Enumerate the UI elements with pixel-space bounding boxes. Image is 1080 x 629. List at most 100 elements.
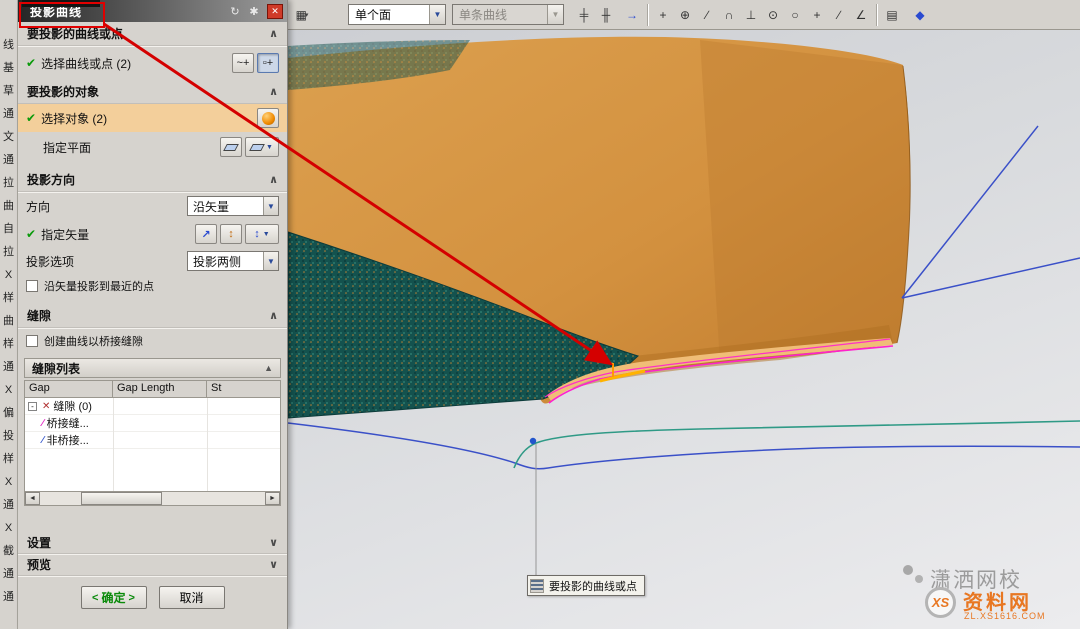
section-header-label: 设置 bbox=[27, 534, 51, 551]
projection-option-combo[interactable]: 投影两侧 ▼ bbox=[187, 251, 279, 271]
arc-center-snap-icon[interactable]: ∩ bbox=[719, 5, 739, 25]
point-pair-icon-2[interactable]: ╫ bbox=[596, 5, 616, 25]
select-object-row[interactable]: ✔ 选择对象 (2) bbox=[18, 104, 287, 132]
quadrant-snap-icon[interactable]: ⊥ bbox=[741, 5, 761, 25]
chevron-up-icon[interactable]: ∧ bbox=[269, 27, 278, 40]
column-header[interactable]: Gap Length bbox=[113, 381, 207, 398]
left-toolbar-item[interactable]: 样 bbox=[3, 287, 14, 310]
face-rule-combo[interactable]: 单个面 ▼ bbox=[348, 4, 446, 25]
left-toolbar-item[interactable]: 偏 bbox=[3, 402, 14, 425]
left-toolbar-item[interactable]: 投 bbox=[3, 425, 14, 448]
combo-arrow-icon[interactable]: ▼ bbox=[263, 252, 278, 270]
reset-icon[interactable]: ↻ bbox=[227, 4, 243, 19]
scroll-right-icon[interactable]: ► bbox=[265, 492, 280, 505]
scrollbar-thumb[interactable] bbox=[81, 492, 162, 505]
combo-arrow-icon[interactable]: ▼ bbox=[429, 5, 445, 24]
gear-icon[interactable]: ✱ bbox=[246, 4, 262, 19]
section-settings[interactable]: 设置 ∨ bbox=[18, 532, 287, 554]
list-icon[interactable]: ▤ bbox=[882, 5, 902, 25]
midpoint-snap-icon[interactable]: ⊕ bbox=[675, 5, 695, 25]
intersection-snap-icon[interactable]: ∕ bbox=[697, 5, 717, 25]
left-toolbar-item[interactable]: X bbox=[5, 517, 12, 540]
left-toolbar-item[interactable]: 基 bbox=[3, 57, 14, 80]
left-toolbar-item[interactable]: 草 bbox=[3, 80, 14, 103]
scroll-left-icon[interactable]: ◄ bbox=[25, 492, 40, 505]
left-toolbar-item[interactable]: X bbox=[5, 471, 12, 494]
chevron-up-icon[interactable]: ∧ bbox=[269, 173, 278, 186]
table-row[interactable]: ∕ 非桥接... bbox=[25, 432, 280, 449]
section-header-label: 缝隙 bbox=[27, 307, 51, 324]
vector-type-combo-button[interactable]: ↕ ▼ bbox=[245, 224, 279, 244]
chevron-up-icon[interactable]: ∧ bbox=[269, 85, 278, 98]
column-header[interactable]: Gap bbox=[25, 381, 113, 398]
left-toolbar-item[interactable]: 通 bbox=[3, 149, 14, 172]
circle-snap-icon[interactable]: ○ bbox=[785, 5, 805, 25]
left-toolbar-item[interactable]: X bbox=[5, 264, 12, 287]
ok-label: 确定 bbox=[101, 589, 125, 606]
left-toolbar-item[interactable]: 通 bbox=[3, 494, 14, 517]
chevron-up-icon[interactable]: ∧ bbox=[269, 309, 278, 322]
chevron-down-icon[interactable]: ∨ bbox=[269, 558, 278, 571]
gap-table[interactable]: Gap Gap Length St - ✕ 缝隙 (0) ∕ 桥接缝... ∕ … bbox=[24, 380, 281, 506]
gap-list-header[interactable]: 缝隙列表 ▲ bbox=[24, 358, 281, 378]
point-snap-icon[interactable]: + bbox=[807, 5, 827, 25]
ok-button[interactable]: < 确定 > bbox=[81, 586, 147, 609]
bridge-gap-row: 创建曲线以桥接缝隙 bbox=[18, 328, 287, 354]
left-toolbar-item[interactable]: 通 bbox=[3, 563, 14, 586]
plane-dialog-button[interactable] bbox=[220, 137, 242, 157]
section-projection-direction[interactable]: 投影方向 ∧ bbox=[18, 168, 287, 192]
tangent-snap-icon[interactable]: ⊙ bbox=[763, 5, 783, 25]
angle-snap-icon[interactable]: ∠ bbox=[851, 5, 871, 25]
table-row[interactable]: - ✕ 缝隙 (0) bbox=[25, 398, 280, 415]
left-toolbar-item[interactable]: 截 bbox=[3, 540, 14, 563]
left-toolbar-item[interactable]: X bbox=[5, 379, 12, 402]
control-point[interactable] bbox=[530, 438, 536, 444]
blue-arrow-icon[interactable]: → bbox=[622, 5, 642, 25]
select-curve-row[interactable]: ✔ 选择曲线或点 (2) ~+ ▫+ bbox=[18, 46, 287, 80]
selection-ball-button[interactable] bbox=[257, 108, 279, 128]
left-toolbar-item[interactable]: 通 bbox=[3, 103, 14, 126]
combo-arrow-icon[interactable]: ▼ bbox=[263, 197, 278, 215]
cancel-button[interactable]: 取消 bbox=[159, 586, 225, 609]
curve-rule-button[interactable]: ~+ bbox=[232, 53, 254, 73]
expander-icon[interactable]: - bbox=[28, 402, 37, 411]
snap-point-toolbar: +⊕∕∩⊥⊙○+∕∠ bbox=[653, 5, 871, 25]
close-icon[interactable]: ✕ bbox=[267, 4, 283, 19]
left-toolbar-item[interactable]: 样 bbox=[3, 333, 14, 356]
chevron-down-icon[interactable]: ∨ bbox=[269, 536, 278, 549]
left-toolbar-item[interactable]: 线 bbox=[3, 34, 14, 57]
direction-combo[interactable]: 沿矢量 ▼ bbox=[187, 196, 279, 216]
reverse-direction-button[interactable]: ↕ bbox=[220, 224, 242, 244]
gem-icon[interactable]: ◆ bbox=[910, 5, 930, 25]
selection-filter-icon[interactable]: ▦ ▾ bbox=[292, 5, 312, 25]
horizontal-scrollbar[interactable]: ◄ ► bbox=[25, 491, 280, 505]
table-row[interactable]: ∕ 桥接缝... bbox=[25, 415, 280, 432]
left-toolbar-item[interactable]: 样 bbox=[3, 448, 14, 471]
endpoint-snap-icon[interactable]: + bbox=[653, 5, 673, 25]
nearest-point-checkbox[interactable] bbox=[26, 280, 38, 292]
section-gaps[interactable]: 缝隙 ∧ bbox=[18, 304, 287, 328]
specify-vector-row[interactable]: ✔ 指定矢量 ↗ ↕ ↕ ▼ bbox=[18, 220, 287, 248]
point-constructor-button[interactable]: ▫+ bbox=[257, 53, 279, 73]
plane-type-combo-button[interactable]: ▼ bbox=[245, 137, 279, 157]
left-toolbar-item[interactable]: 通 bbox=[3, 586, 14, 609]
left-toolbar-item[interactable]: 拉 bbox=[3, 241, 14, 264]
left-toolbar-item[interactable]: 通 bbox=[3, 356, 14, 379]
section-preview[interactable]: 预览 ∨ bbox=[18, 554, 287, 576]
section-objects-to-project[interactable]: 要投影的对象 ∧ bbox=[18, 80, 287, 104]
left-toolbar-item[interactable]: 曲 bbox=[3, 195, 14, 218]
column-header[interactable]: St bbox=[207, 381, 280, 398]
vector-dialog-button[interactable]: ↗ bbox=[195, 224, 217, 244]
left-toolbar-item[interactable]: 曲 bbox=[3, 310, 14, 333]
left-toolbar-item[interactable]: 自 bbox=[3, 218, 14, 241]
left-toolbar-item[interactable]: 文 bbox=[3, 126, 14, 149]
slash-snap-icon[interactable]: ∕ bbox=[829, 5, 849, 25]
point-pair-icon[interactable]: ╪ bbox=[574, 5, 594, 25]
specify-plane-row[interactable]: 指定平面 ▼ bbox=[18, 132, 287, 162]
scrollbar-track[interactable] bbox=[40, 492, 265, 505]
combo-arrow-icon: ▼ bbox=[547, 5, 563, 24]
non-bridge-gap-icon: ∕ bbox=[42, 435, 44, 446]
collapse-triangle-icon[interactable]: ▲ bbox=[264, 363, 273, 373]
left-toolbar-item[interactable]: 拉 bbox=[3, 172, 14, 195]
bridge-gap-checkbox[interactable] bbox=[26, 335, 38, 347]
